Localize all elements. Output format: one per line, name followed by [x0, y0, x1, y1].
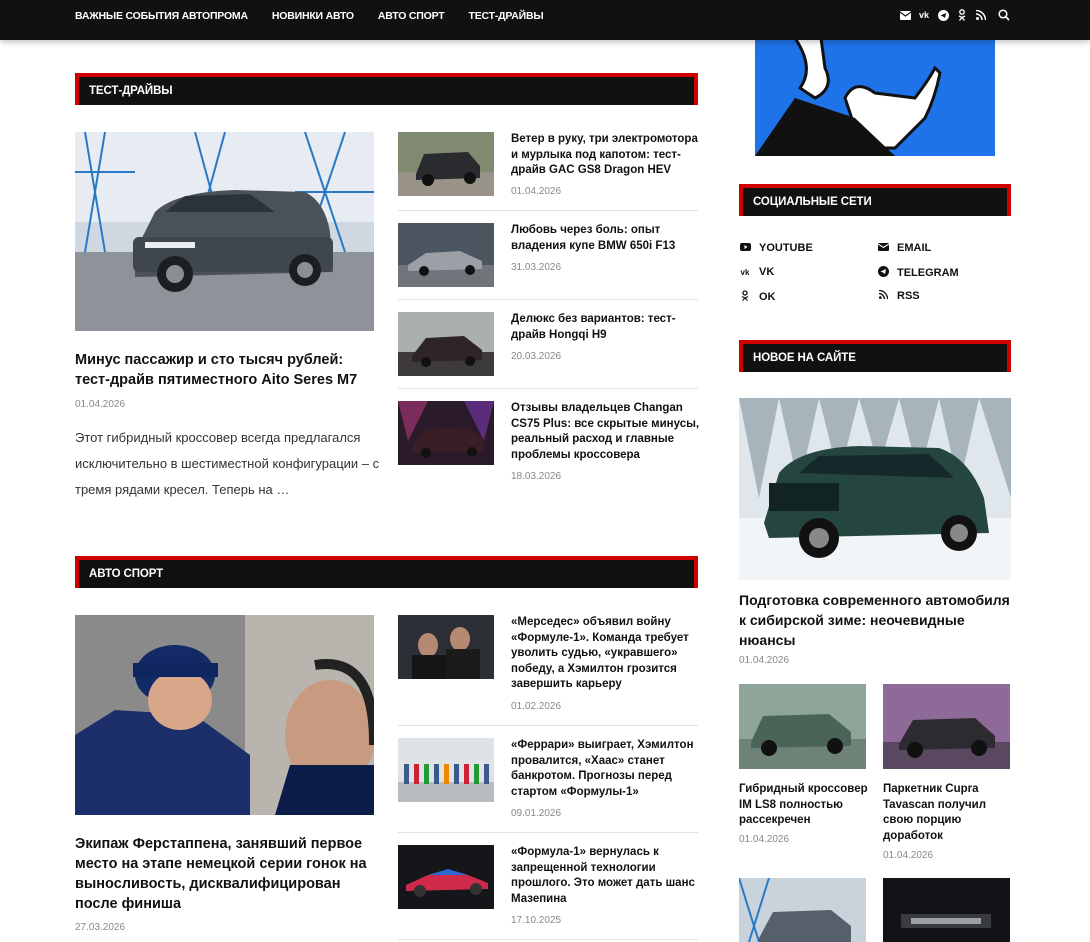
sidebar-featured-title[interactable]: Подготовка современного автомобиля к сиб…: [739, 590, 1011, 650]
thumb-cupra-tavascan[interactable]: [883, 684, 1010, 769]
social-link-youtube[interactable]: YOUTUBE: [739, 242, 813, 254]
list-item-date: 31.03.2026: [511, 262, 562, 273]
thumb-grid-suv[interactable]: [739, 878, 866, 942]
social-link-email[interactable]: EMAIL: [877, 242, 931, 254]
featured-article-title[interactable]: Экипаж Ферстаппена, занявший первое мест…: [75, 834, 375, 914]
thumb-gac-gs8[interactable]: [398, 132, 494, 196]
list-item-title[interactable]: Отзывы владельцев Changan CS75 Plus: все…: [511, 401, 701, 463]
list-item-title[interactable]: «Феррари» выиграет, Хэмилтон провалится,…: [511, 738, 701, 800]
list-item-date: 17.10.2025: [511, 915, 562, 926]
sidebar-featured-image[interactable]: [739, 398, 1011, 580]
social-label: YOUTUBE: [759, 242, 813, 254]
social-link-vk[interactable]: vk VK: [739, 266, 775, 278]
list-divider: [398, 939, 698, 940]
ok-icon: [739, 290, 751, 304]
social-link-ok[interactable]: OK: [739, 290, 776, 304]
featured-image-verstappen[interactable]: [75, 615, 374, 815]
list-item-date: 01.04.2026: [511, 186, 562, 197]
sidebar-banner[interactable]: [755, 38, 995, 156]
section-title: НОВОЕ НА САЙТЕ: [743, 344, 1007, 372]
top-navbar: ВАЖНЫЕ СОБЫТИЯ АВТОПРОМА НОВИНКИ АВТО АВ…: [0, 0, 1090, 40]
rss-icon[interactable]: [975, 9, 987, 21]
thumb-hongqi-h9[interactable]: [398, 312, 494, 376]
social-label: RSS: [897, 290, 920, 302]
email-icon[interactable]: [899, 9, 911, 21]
thumb-bmw-650i[interactable]: [398, 223, 494, 287]
list-divider: [398, 725, 698, 726]
list-item-date: 20.03.2026: [511, 351, 562, 362]
search-icon[interactable]: [998, 9, 1010, 21]
thumb-changan-cs75[interactable]: [398, 401, 494, 465]
list-item-title[interactable]: Делюкс без вариантов: тест-драйв Hongqi …: [511, 312, 691, 343]
list-divider: [398, 388, 698, 389]
section-header-new: НОВОЕ НА САЙТЕ: [739, 340, 1011, 372]
featured-image-aito[interactable]: [75, 132, 374, 331]
list-item-date: 18.03.2026: [511, 471, 562, 482]
grid-item-date: 01.04.2026: [739, 834, 790, 845]
nav-item-motorsport[interactable]: АВТО СПОРТ: [378, 10, 445, 22]
section-title: СОЦИАЛЬНЫЕ СЕТИ: [743, 188, 1007, 216]
social-label: TELEGRAM: [897, 267, 959, 279]
nav-social-icons: vk: [899, 9, 1010, 21]
rss-icon: [877, 289, 889, 302]
telegram-icon[interactable]: [937, 9, 949, 21]
nav-item-test-drives[interactable]: ТЕСТ-ДРАЙВЫ: [468, 10, 543, 22]
nav-item-industry-events[interactable]: ВАЖНЫЕ СОБЫТИЯ АВТОПРОМА: [75, 10, 248, 22]
vk-icon[interactable]: vk: [918, 9, 930, 21]
social-label: EMAIL: [897, 242, 932, 254]
list-item-title[interactable]: Ветер в руку, три электромотора и мурлык…: [511, 132, 701, 179]
email-icon: [877, 242, 889, 254]
sidebar-featured-date: 01.04.2026: [739, 655, 790, 666]
featured-article-date: 27.03.2026: [75, 922, 126, 933]
grid-item-title[interactable]: Паркетник Cupra Tavascan получил свою по…: [883, 782, 1003, 844]
social-link-telegram[interactable]: TELEGRAM: [877, 266, 959, 280]
list-item-title[interactable]: «Мерседес» объявил войну «Формуле-1». Ко…: [511, 615, 701, 693]
list-item-date: 01.02.2026: [511, 701, 562, 712]
social-label: OK: [759, 291, 776, 303]
section-title[interactable]: АВТО СПОРТ: [79, 560, 694, 588]
thumb-f1-car[interactable]: [398, 845, 494, 909]
thumb-im-ls8[interactable]: [739, 684, 866, 769]
section-title[interactable]: ТЕСТ-ДРАЙВЫ: [79, 77, 694, 105]
featured-article-excerpt: Этот гибридный кроссовер всегда предлага…: [75, 430, 380, 497]
thumb-mercedes-f1[interactable]: [398, 615, 494, 679]
nav-item-new-cars[interactable]: НОВИНКИ АВТО: [272, 10, 354, 22]
youtube-icon: [739, 242, 751, 254]
list-item-title[interactable]: Любовь через боль: опыт владения купе BM…: [511, 223, 691, 254]
section-header-test-drives: ТЕСТ-ДРАЙВЫ: [75, 73, 698, 105]
thumb-ferrari-f1[interactable]: [398, 738, 494, 802]
vk-icon: vk: [740, 267, 750, 277]
list-divider: [398, 299, 698, 300]
ok-icon[interactable]: [956, 9, 968, 21]
main-nav: ВАЖНЫЕ СОБЫТИЯ АВТОПРОМА НОВИНКИ АВТО АВ…: [75, 0, 568, 32]
grid-item-title[interactable]: Гибридный кроссовер IM LS8 полностью рас…: [739, 782, 869, 829]
social-label: VK: [759, 266, 775, 278]
thumb-grid-dark[interactable]: [883, 878, 1010, 942]
list-item-date: 09.01.2026: [511, 808, 562, 819]
section-header-motorsport: АВТО СПОРТ: [75, 556, 698, 588]
telegram-icon: [877, 266, 889, 280]
featured-article-title[interactable]: Минус пассажир и сто тысяч рублей: тест-…: [75, 350, 375, 390]
list-divider: [398, 832, 698, 833]
section-header-social: СОЦИАЛЬНЫЕ СЕТИ: [739, 184, 1011, 216]
list-item-title[interactable]: «Формула-1» вернулась к запрещенной техн…: [511, 845, 701, 907]
grid-item-date: 01.04.2026: [883, 850, 934, 861]
social-link-rss[interactable]: RSS: [877, 289, 920, 302]
featured-article-date: 01.04.2026: [75, 399, 126, 410]
list-divider: [398, 210, 698, 211]
